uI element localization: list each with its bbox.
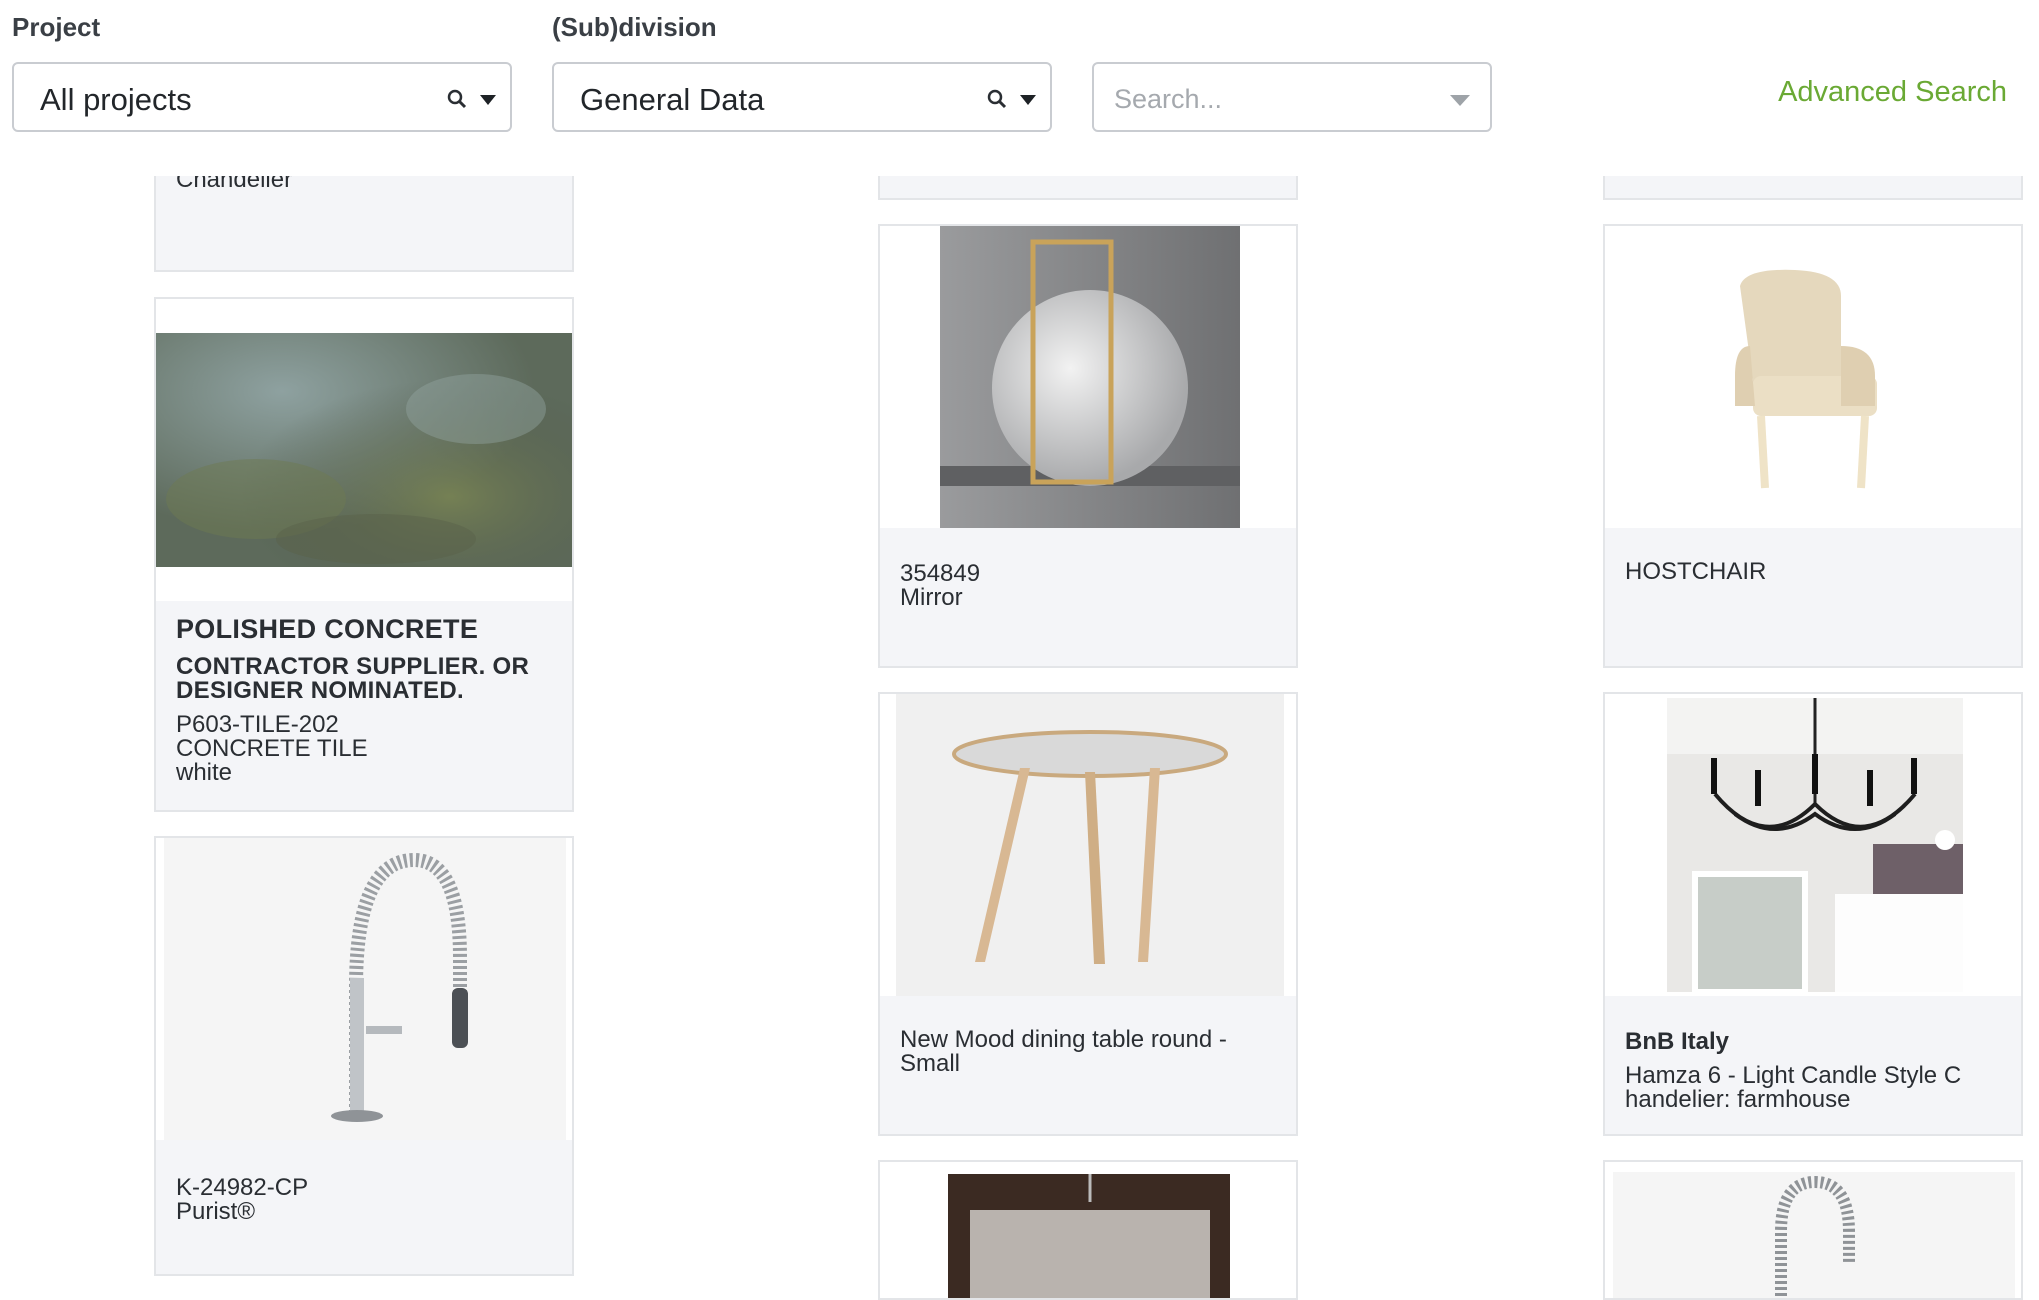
card-name: Purist® [176,1198,256,1225]
search-placeholder: Search... [1114,84,1223,114]
product-image [1605,1162,2021,1298]
card-mirror[interactable]: 354849 Mirror [878,224,1298,668]
product-image [880,1162,1296,1298]
mirror-image [940,226,1240,528]
card-brand: BnB Italy [1625,1028,1730,1055]
hamza-chandelier-image [1667,698,1963,995]
card-crystal-chandelier[interactable] [878,1160,1298,1300]
product-image [156,299,572,601]
card-name: Hamza 6 - Light Candle Style C handelier… [1625,1062,1962,1113]
card-color: white [176,759,233,786]
product-image [1605,226,2021,528]
crystal-chandelier-image [948,1174,1230,1298]
subdivision-select[interactable]: General Data [552,62,1052,132]
filter-bar: Project All projects (Sub)division Gener… [0,0,2039,176]
project-value: All projects [40,82,192,117]
product-image [880,694,1296,996]
concrete-texture-image [156,333,572,567]
card-faucet-partial[interactable] [1603,1160,2023,1300]
chevron-down-icon[interactable] [1450,95,1470,106]
card-hostchair[interactable]: HOSTCHAIR [1603,224,2023,668]
card-polished-concrete[interactable]: POLISHED CONCRETE CONTRACTOR SUPPLIER. O… [154,297,574,812]
card-code: K-24982-CP [176,1174,309,1201]
subdivision-label: (Sub)division [552,12,717,42]
card-name: New Mood dining table round - Small [900,1026,1227,1077]
faucet-image [164,838,566,1140]
card-subtitle: CONTRACTOR SUPPLIER. OR DESIGNER NOMINAT… [176,653,530,704]
product-image [156,838,572,1140]
search-icon[interactable] [986,88,1008,110]
card-code: 354849 [900,560,981,587]
project-label: Project [12,12,101,42]
card-code: P603-TILE-202 [176,711,339,738]
card-name: CONCRETE TILE [176,735,368,762]
card-faucet[interactable]: K-24982-CP Purist® [154,836,574,1276]
product-image [880,226,1296,528]
card-title: POLISHED CONCRETE [176,614,479,644]
faucet-image [1613,1172,2015,1298]
product-image [1605,694,2021,996]
chevron-down-icon[interactable] [1020,95,1036,105]
card-dining-table[interactable]: New Mood dining table round - Small [878,692,1298,1136]
card-name: HOSTCHAIR [1625,558,1767,585]
subdivision-value: General Data [580,82,765,117]
advanced-search-link[interactable]: Advanced Search [1778,76,2007,109]
search-select[interactable]: Search... [1092,62,1492,132]
project-select[interactable]: All projects [12,62,512,132]
card-name: Mirror [900,584,963,611]
search-icon[interactable] [446,88,468,110]
card-hamza-chandelier[interactable]: BnB Italy Hamza 6 - Light Candle Style C… [1603,692,2023,1136]
chevron-down-icon[interactable] [480,95,496,105]
dining-table-image [896,694,1284,996]
armchair-image [1735,269,1877,489]
